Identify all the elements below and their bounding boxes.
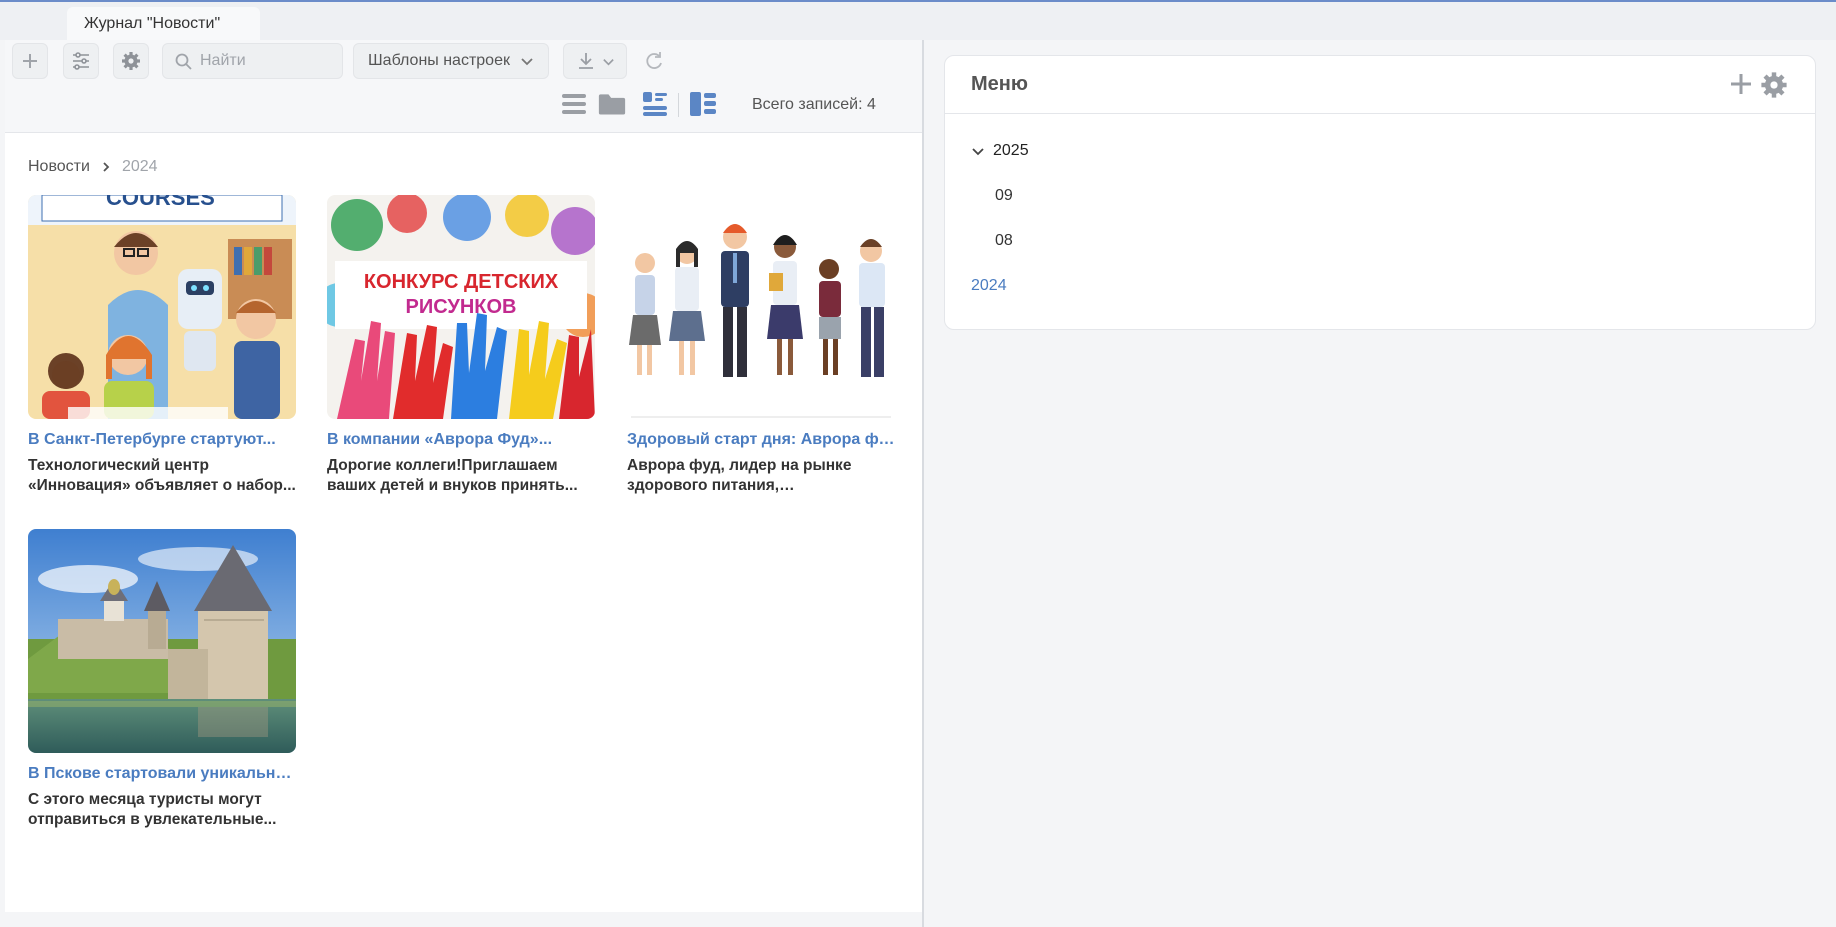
templates-label: Шаблоны настроек	[368, 52, 510, 69]
contest-banner-line1: КОНКУРС ДЕТСКИХ	[364, 271, 559, 293]
breadcrumb-current: 2024	[121, 158, 158, 175]
search-input[interactable]	[200, 52, 330, 70]
news-description: Аврора фуд, лидер на рынке здорового пит…	[627, 457, 852, 494]
filter-button[interactable]	[63, 43, 99, 79]
chevron-down-icon	[602, 58, 614, 65]
news-image-schoolchildren[interactable]	[627, 195, 895, 419]
news-image-pskov-kremlin[interactable]	[28, 529, 296, 753]
tree-item-2025[interactable]: 2025	[971, 142, 1029, 160]
news-title[interactable]: В компании «Аврора Фуд»...	[327, 431, 595, 449]
menu-panel: Меню 2025 09 08 2024	[944, 55, 1816, 330]
gear-icon	[122, 52, 140, 70]
settings-templates-dropdown[interactable]: Шаблоны настроек	[353, 43, 549, 79]
folder-view-button[interactable]	[598, 90, 626, 118]
card-list-view-button[interactable]	[641, 90, 669, 118]
tree-item-2024[interactable]: 2024	[971, 277, 1007, 295]
tile-view-button[interactable]	[689, 90, 717, 118]
news-description: С этого месяца туристы могут отправиться…	[28, 791, 277, 828]
news-title[interactable]: В Пскове стартовали уникальны...	[28, 765, 296, 783]
download-button[interactable]	[563, 43, 627, 79]
news-card[interactable]: COURSES В Санкт-Петербурге стартуют... Т…	[28, 195, 296, 496]
tree-item-label: 2025	[993, 142, 1029, 159]
news-card[interactable]: Здоровый старт дня: Аврора фуд... Аврора…	[627, 195, 895, 496]
news-list-panel: Шаблоны настроек Всего записей: 4 Новост…	[5, 40, 922, 912]
gear-icon[interactable]	[1760, 71, 1788, 99]
panel-divider[interactable]	[922, 40, 924, 927]
search-field[interactable]	[162, 43, 343, 79]
tab-news-journal[interactable]: Журнал "Новости"	[67, 7, 260, 40]
contest-banner-line2: РИСУНКОВ	[406, 296, 517, 318]
chevron-down-icon	[521, 58, 533, 66]
news-description: Технологический центр «Инновация» объявл…	[28, 457, 296, 494]
list-view-icon	[562, 94, 586, 114]
folder-view-icon	[598, 94, 626, 115]
news-description: Дорогие коллеги!Приглашаем ваших детей и…	[327, 457, 578, 494]
toolbar: Шаблоны настроек Всего записей: 4	[5, 40, 922, 133]
plus-icon[interactable]	[1728, 71, 1754, 97]
news-image-drawing-contest[interactable]: КОНКУРС ДЕТСКИХ РИСУНКОВ	[327, 195, 595, 419]
tree-item-08[interactable]: 08	[995, 232, 1013, 250]
breadcrumb-root[interactable]: Новости	[28, 158, 90, 176]
courses-banner-text: COURSES	[106, 195, 215, 210]
view-separator	[678, 93, 679, 117]
plus-icon	[23, 54, 37, 68]
news-image-it-courses[interactable]: COURSES	[28, 195, 296, 419]
tree-item-09[interactable]: 09	[995, 187, 1013, 205]
menu-title: Меню	[971, 73, 1028, 95]
settings-button[interactable]	[113, 43, 149, 79]
news-title[interactable]: Здоровый старт дня: Аврора фуд...	[627, 431, 895, 449]
news-card[interactable]: КОНКУРС ДЕТСКИХ РИСУНКОВ В компании «Авр…	[327, 195, 595, 496]
filter-sliders-icon	[73, 52, 89, 70]
list-view-button[interactable]	[560, 90, 588, 118]
tab-bar: Журнал "Новости"	[0, 2, 1836, 40]
search-icon	[175, 53, 192, 70]
news-title[interactable]: В Санкт-Петербурге стартуют...	[28, 431, 296, 449]
menu-header: Меню	[945, 56, 1815, 114]
chevron-down-icon[interactable]	[971, 144, 985, 158]
refresh-icon[interactable]	[643, 50, 665, 72]
card-list-view-icon	[643, 92, 667, 116]
tile-view-icon	[690, 92, 716, 116]
chevron-right-icon	[103, 162, 110, 172]
total-records: Всего записей: 4	[752, 96, 876, 113]
add-button[interactable]	[12, 43, 48, 79]
download-icon	[578, 53, 593, 69]
breadcrumb: Новости 2024	[28, 158, 158, 176]
news-card[interactable]: В Пскове стартовали уникальны... С этого…	[28, 529, 296, 830]
